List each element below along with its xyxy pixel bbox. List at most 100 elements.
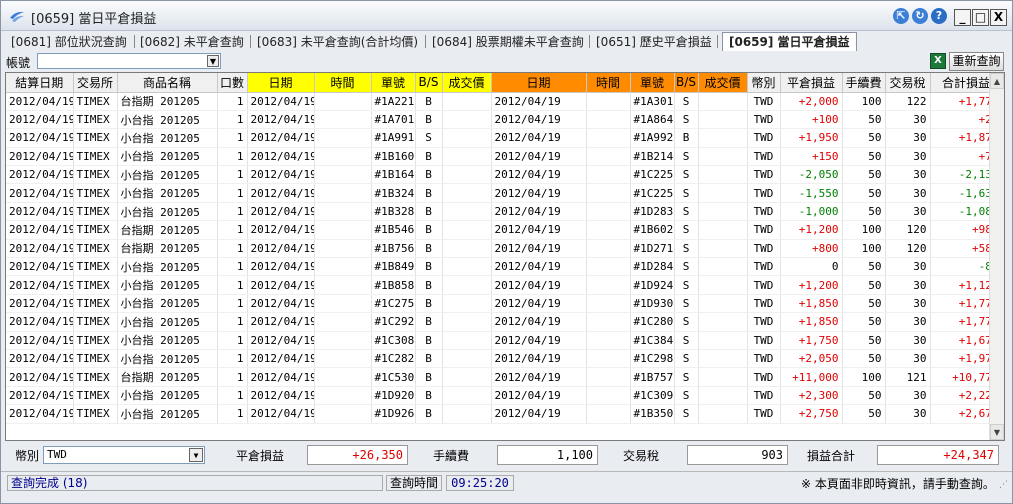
table-row[interactable]: 2012/04/19 TIMEX 小台指 201205 1 2012/04/19 #1D9… (6, 404, 1003, 424)
cell-currency: TWD (747, 294, 781, 314)
cell-close-price (698, 165, 748, 185)
cell-close-bs: S (674, 147, 699, 167)
col-header-currency[interactable]: 幣別 (747, 73, 781, 93)
col-header-open-order[interactable]: 單號 (371, 73, 416, 93)
cell-close-time (586, 110, 631, 130)
excel-export-icon[interactable]: X (930, 53, 946, 69)
table-row[interactable]: 2012/04/19 TIMEX 小台指 201205 1 2012/04/19 #1C3… (6, 331, 1003, 350)
tab-0683[interactable]: [0683] 未平倉查詢(合計均價) (257, 34, 418, 51)
col-header-close-bs[interactable]: B/S (674, 73, 699, 93)
cell-close-price (698, 367, 748, 387)
table-row[interactable]: 2012/04/19 TIMEX 小台指 201205 1 2012/04/19 #1A7… (6, 110, 1003, 130)
cell-close-pnl: 0 (780, 257, 843, 277)
cell-close-price (698, 239, 748, 259)
col-header-open-date[interactable]: 日期 (247, 73, 315, 93)
cell-fee: 50 (842, 312, 886, 332)
cell-settle-date: 2012/04/19 (6, 147, 74, 167)
cell-close-price (698, 275, 748, 295)
cell-close-bs: S (674, 110, 699, 130)
cell-open-price (442, 183, 492, 203)
col-header-settle-date[interactable]: 結算日期 (6, 73, 74, 93)
tab-0659[interactable]: [0659] 當日平倉損益 (722, 32, 857, 51)
chevron-down-icon[interactable]: ▼ (207, 55, 219, 67)
table-row[interactable]: 2012/04/19 TIMEX 小台指 201205 1 2012/04/19 #1B3… (6, 202, 1003, 222)
detach-icon[interactable]: ⇱ (893, 8, 909, 24)
col-header-exchange[interactable]: 交易所 (73, 73, 118, 93)
cell-tax: 30 (885, 128, 931, 148)
col-header-open-time[interactable]: 時間 (314, 73, 372, 93)
cell-open-time (314, 239, 372, 259)
table-row[interactable]: 2012/04/19 TIMEX 小台指 201205 1 2012/04/19 #1B1… (6, 147, 1003, 167)
col-header-close-pnl[interactable]: 平倉損益 (780, 73, 843, 93)
col-header-close-price[interactable]: 成交價 (698, 73, 748, 93)
cell-open-price (442, 257, 492, 277)
refresh-query-button[interactable]: 重新查詢 (949, 52, 1004, 71)
col-header-qty[interactable]: 口數 (217, 73, 248, 93)
col-header-tax[interactable]: 交易稅 (885, 73, 931, 93)
resize-grip-icon[interactable]: ⋰ (999, 480, 1008, 490)
table-row[interactable]: 2012/04/19 TIMEX 小台指 201205 1 2012/04/19 #1C2… (6, 294, 1003, 314)
maximize-button[interactable]: □ (972, 9, 989, 26)
cell-settle-date: 2012/04/19 (6, 275, 74, 295)
table-row[interactable]: 2012/04/19 TIMEX 小台指 201205 1 2012/04/19 #1B8… (6, 257, 1003, 277)
cell-product: 台指期 201205 (117, 239, 218, 259)
cell-qty: 1 (217, 165, 248, 185)
table-row[interactable]: 2012/04/19 TIMEX 台指期 201205 1 2012/04/19 #1A2… (6, 92, 1003, 111)
cell-close-bs: S (674, 220, 699, 240)
pnl-grid[interactable]: 結算日期 交易所 商品名稱 口數 日期 時間 單號 B/S 成交價 日期 時間 … (5, 72, 1005, 441)
cell-open-bs: B (415, 220, 443, 240)
tab-divider (425, 35, 426, 48)
cell-close-order: #1A864 (630, 110, 675, 130)
table-row[interactable]: 2012/04/19 TIMEX 台指期 201205 1 2012/04/19 #1C5… (6, 367, 1003, 387)
help-icon[interactable]: ? (931, 8, 947, 24)
cell-currency: TWD (747, 92, 781, 111)
table-row[interactable]: 2012/04/19 TIMEX 台指期 201205 1 2012/04/19 #1B7… (6, 239, 1003, 259)
scroll-up-icon[interactable]: ▲ (990, 73, 1004, 89)
table-row[interactable]: 2012/04/19 TIMEX 小台指 201205 1 2012/04/19 #1D9… (6, 386, 1003, 406)
refresh-window-icon[interactable]: ↻ (912, 8, 928, 24)
table-row[interactable]: 2012/04/19 TIMEX 小台指 201205 1 2012/04/19 #1C2… (6, 312, 1003, 332)
cell-open-price (442, 294, 492, 314)
scroll-down-icon[interactable]: ▼ (990, 424, 1004, 440)
col-header-open-bs[interactable]: B/S (415, 73, 443, 93)
tab-0684[interactable]: [0684] 股票期權未平倉查詢 (432, 34, 584, 51)
close-button[interactable]: X (990, 9, 1007, 26)
cell-product: 小台指 201205 (117, 147, 218, 167)
cell-fee: 50 (842, 183, 886, 203)
account-select[interactable]: ▼ (37, 53, 221, 69)
cell-exchange: TIMEX (73, 349, 118, 369)
cell-close-bs: S (674, 92, 699, 111)
col-header-close-date[interactable]: 日期 (491, 73, 587, 93)
vertical-scrollbar[interactable]: ▲ ▼ (989, 73, 1004, 440)
cell-open-bs: B (415, 257, 443, 277)
currency-select[interactable]: TWD ▼ (43, 446, 205, 464)
col-header-open-price[interactable]: 成交價 (442, 73, 492, 93)
col-header-close-time[interactable]: 時間 (586, 73, 631, 93)
cell-close-bs: S (674, 294, 699, 314)
col-header-product[interactable]: 商品名稱 (117, 73, 218, 93)
currency-label: 幣別 (15, 449, 40, 463)
table-row[interactable]: 2012/04/19 TIMEX 台指期 201205 1 2012/04/19 #1B5… (6, 220, 1003, 240)
cell-open-date: 2012/04/19 (247, 202, 315, 222)
table-row[interactable]: 2012/04/19 TIMEX 小台指 201205 1 2012/04/19 #1C2… (6, 349, 1003, 369)
minimize-button[interactable]: _ (954, 9, 971, 26)
toolbar: 帳號 ▼ X 重新查詢 (1, 51, 1012, 71)
cell-close-bs: S (674, 257, 699, 277)
table-row[interactable]: 2012/04/19 TIMEX 小台指 201205 1 2012/04/19 #1B1… (6, 165, 1003, 185)
table-row[interactable]: 2012/04/19 TIMEX 小台指 201205 1 2012/04/19 #1B8… (6, 275, 1003, 295)
tax-total-value: 903 (687, 445, 788, 465)
cell-currency: TWD (747, 239, 781, 259)
tab-0682[interactable]: [0682] 未平倉查詢 (140, 34, 244, 51)
cell-exchange: TIMEX (73, 165, 118, 185)
col-header-fee[interactable]: 手續費 (842, 73, 886, 93)
cell-close-price (698, 92, 748, 111)
cell-open-order: #1B849 (371, 257, 416, 277)
tab-0681[interactable]: [0681] 部位狀況查詢 (11, 34, 127, 51)
chevron-down-icon[interactable]: ▼ (189, 448, 203, 462)
table-row[interactable]: 2012/04/19 TIMEX 小台指 201205 1 2012/04/19 #1A9… (6, 128, 1003, 148)
table-row[interactable]: 2012/04/19 TIMEX 小台指 201205 1 2012/04/19 #1B3… (6, 183, 1003, 203)
cell-close-order: #1B757 (630, 367, 675, 387)
col-header-close-order[interactable]: 單號 (630, 73, 675, 93)
window-title: [0659] 當日平倉損益 (31, 12, 157, 27)
tab-0651[interactable]: [0651] 歷史平倉損益 (596, 34, 712, 51)
